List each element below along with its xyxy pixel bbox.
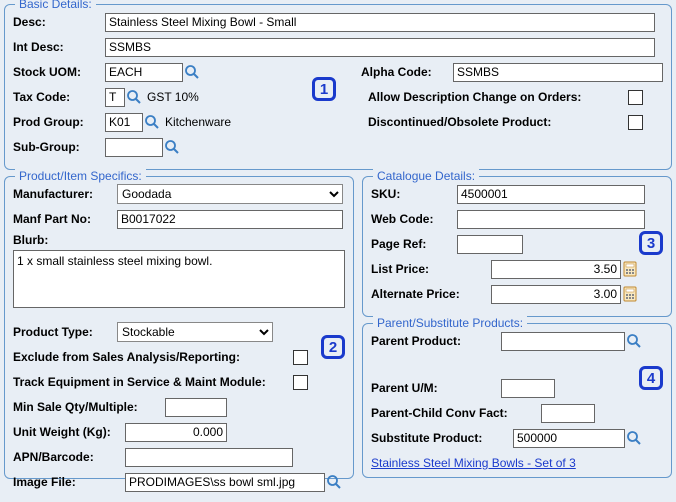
alphacode-input[interactable] — [453, 63, 663, 82]
parentprod-label: Parent Product: — [371, 334, 501, 348]
sku-label: SKU: — [371, 187, 457, 201]
specifics-legend: Product/Item Specifics: — [15, 169, 146, 183]
taxcode-input[interactable] — [105, 88, 125, 107]
substitute-input[interactable] — [513, 429, 625, 448]
desc-input[interactable] — [105, 13, 655, 32]
basic-legend: Basic Details: — [15, 0, 96, 11]
subgroup-label: Sub-Group: — [13, 140, 105, 154]
basic-details-fieldset: Basic Details: 1 Desc: Int Desc: Stock U… — [4, 4, 672, 170]
alphacode-label: Alpha Code: — [361, 65, 453, 79]
webcode-input[interactable] — [457, 210, 645, 229]
allowdesc-label: Allow Description Change on Orders: — [368, 90, 628, 104]
listprice-label: List Price: — [371, 262, 491, 276]
prodgroup-input[interactable] — [105, 113, 143, 132]
barcode-label: APN/Barcode: — [13, 450, 125, 464]
partno-label: Manf Part No: — [13, 212, 117, 226]
desc-label: Desc: — [13, 15, 105, 29]
imagefile-input[interactable] — [125, 473, 325, 492]
discontinued-label: Discontinued/Obsolete Product: — [368, 115, 628, 129]
convfact-label: Parent-Child Conv Fact: — [371, 406, 541, 420]
sku-input[interactable] — [457, 185, 645, 204]
manufacturer-select[interactable]: Goodada — [117, 184, 343, 204]
taxcode-label: Tax Code: — [13, 90, 105, 104]
parentum-label: Parent U/M: — [371, 381, 501, 395]
prodgroup-label: Prod Group: — [13, 115, 105, 129]
altprice-input[interactable] — [491, 285, 621, 304]
prodgroup-lookup-icon[interactable] — [143, 113, 161, 131]
parentum-input[interactable] — [501, 379, 555, 398]
parent-fieldset: Parent/Substitute Products: 4 Parent Pro… — [362, 323, 672, 478]
parentprod-input[interactable] — [501, 332, 625, 351]
substitute-lookup-icon[interactable] — [625, 429, 643, 447]
convfact-input[interactable] — [541, 404, 595, 423]
listprice-input[interactable] — [491, 260, 621, 279]
minsale-input[interactable] — [165, 398, 227, 417]
intdesc-label: Int Desc: — [13, 40, 105, 54]
catalogue-legend: Catalogue Details: — [373, 169, 479, 183]
uom-input[interactable] — [105, 63, 183, 82]
parentprod-lookup-icon[interactable] — [625, 332, 643, 350]
taxcode-lookup-icon[interactable] — [125, 88, 143, 106]
unitweight-input[interactable] — [125, 423, 227, 442]
listprice-calc-icon[interactable] — [621, 260, 639, 278]
partno-input[interactable] — [117, 210, 343, 229]
altprice-calc-icon[interactable] — [621, 285, 639, 303]
pageref-label: Page Ref: — [371, 237, 457, 251]
specifics-fieldset: Product/Item Specifics: 2 Manufacturer: … — [4, 176, 354, 479]
callout-4: 4 — [639, 366, 663, 390]
imagefile-lookup-icon[interactable] — [325, 473, 343, 491]
blurb-label: Blurb: — [13, 233, 48, 247]
prodtype-label: Product Type: — [13, 325, 117, 339]
track-label: Track Equipment in Service & Maint Modul… — [13, 375, 293, 389]
imagefile-label: Image File: — [13, 475, 125, 489]
form-container: Basic Details: 1 Desc: Int Desc: Stock U… — [4, 4, 672, 485]
track-checkbox[interactable] — [293, 375, 308, 390]
uom-lookup-icon[interactable] — [183, 63, 201, 81]
callout-3: 3 — [639, 231, 663, 255]
webcode-label: Web Code: — [371, 212, 457, 226]
allowdesc-checkbox[interactable] — [628, 90, 643, 105]
unitweight-label: Unit Weight (Kg): — [13, 425, 125, 439]
taxcode-desc: GST 10% — [147, 90, 199, 104]
pageref-input[interactable] — [457, 235, 523, 254]
substitute-label: Substitute Product: — [371, 431, 513, 445]
uom-label: Stock UOM: — [13, 65, 105, 79]
barcode-input[interactable] — [125, 448, 293, 467]
catalogue-fieldset: Catalogue Details: 3 SKU: Web Code: Page… — [362, 176, 672, 317]
exclude-checkbox[interactable] — [293, 350, 308, 365]
prodtype-select[interactable]: Stockable — [117, 322, 273, 342]
callout-2: 2 — [321, 335, 345, 359]
intdesc-input[interactable] — [105, 38, 655, 57]
altprice-label: Alternate Price: — [371, 287, 491, 301]
discontinued-checkbox[interactable] — [628, 115, 643, 130]
manufacturer-label: Manufacturer: — [13, 187, 117, 201]
prodgroup-desc: Kitchenware — [165, 115, 231, 129]
blurb-textarea[interactable]: 1 x small stainless steel mixing bowl. — [13, 250, 345, 308]
subgroup-input[interactable] — [105, 138, 163, 157]
parent-legend: Parent/Substitute Products: — [373, 316, 527, 330]
callout-1: 1 — [312, 77, 336, 101]
minsale-label: Min Sale Qty/Multiple: — [13, 400, 165, 414]
exclude-label: Exclude from Sales Analysis/Reporting: — [13, 350, 293, 364]
subgroup-lookup-icon[interactable] — [163, 138, 181, 156]
substitute-link[interactable]: Stainless Steel Mixing Bowls - Set of 3 — [371, 456, 576, 470]
